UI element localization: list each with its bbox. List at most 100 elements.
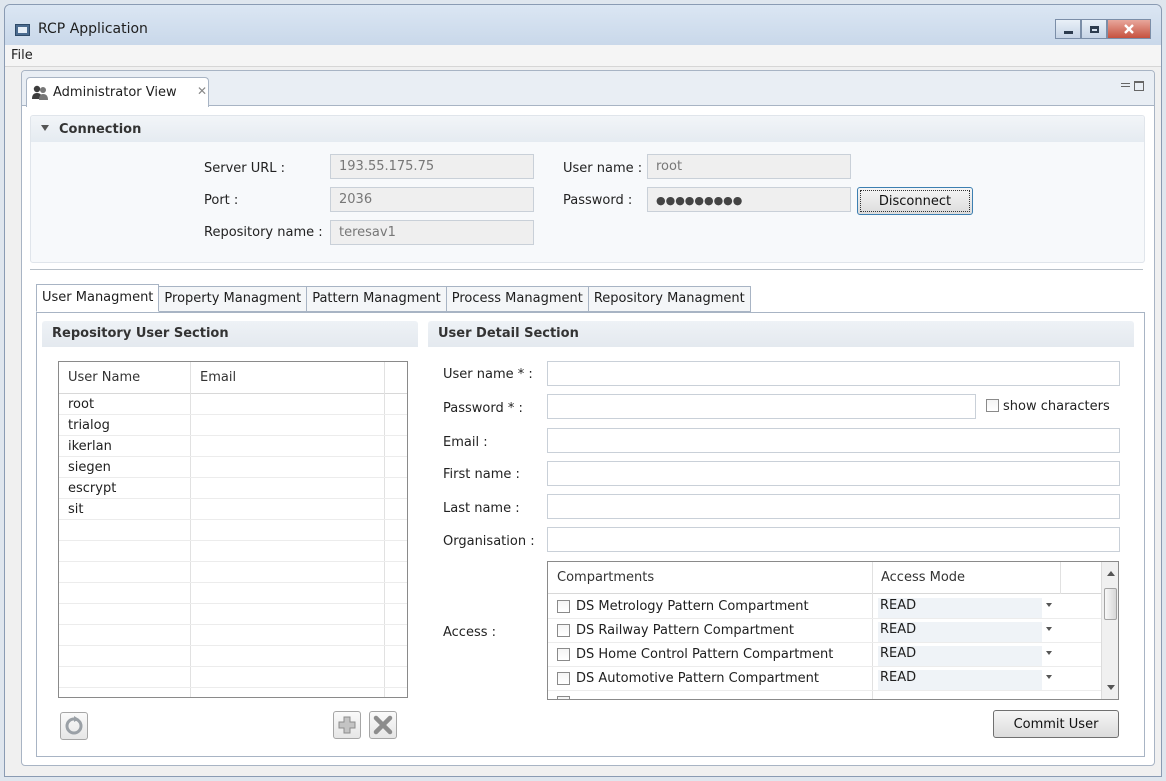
connection-section: Connection bbox=[30, 115, 1145, 263]
maximize-view-icon[interactable] bbox=[1134, 81, 1144, 91]
dropdown-arrow-icon[interactable] bbox=[1046, 651, 1052, 655]
column-compartments[interactable]: Compartments bbox=[557, 570, 654, 585]
dropdown-arrow-icon[interactable] bbox=[1046, 675, 1052, 679]
last-name-label: Last name : bbox=[443, 501, 520, 516]
commit-user-button[interactable]: Commit User bbox=[993, 710, 1119, 738]
tab-user-managment[interactable]: User Managment bbox=[36, 284, 160, 312]
tab-property-managment[interactable]: Property Managment bbox=[159, 286, 308, 312]
table-row[interactable]: ikerlan bbox=[59, 436, 407, 457]
table-row bbox=[59, 562, 407, 583]
compartment-name: DS Home Control Pattern Compartment bbox=[576, 647, 834, 662]
administrator-icon bbox=[32, 85, 48, 100]
minimize-icon bbox=[1063, 30, 1073, 34]
password-input[interactable] bbox=[547, 394, 976, 419]
column-email[interactable]: Email bbox=[200, 370, 236, 385]
last-name-input[interactable] bbox=[547, 494, 1120, 519]
scroll-up-icon[interactable] bbox=[1107, 571, 1115, 576]
repository-name-field[interactable]: teresav1 bbox=[330, 220, 534, 245]
access-mode-select[interactable]: READ bbox=[878, 622, 1042, 642]
table-row bbox=[59, 541, 407, 562]
table-row bbox=[59, 667, 407, 688]
access-table-header: Compartments Access Mode bbox=[548, 562, 1118, 594]
server-url-label: Server URL : bbox=[204, 161, 286, 176]
window-controls bbox=[1055, 19, 1151, 39]
table-row[interactable]: trialog bbox=[59, 415, 407, 436]
organisation-label: Organisation : bbox=[443, 534, 535, 549]
connection-user-name-field[interactable]: root bbox=[647, 154, 851, 179]
tab-administrator-view[interactable]: Administrator View ✕ bbox=[26, 77, 209, 107]
connection-title: Connection bbox=[59, 122, 142, 137]
organisation-input[interactable] bbox=[547, 527, 1120, 552]
email-input[interactable] bbox=[547, 428, 1120, 453]
user-name-input[interactable] bbox=[547, 361, 1120, 386]
password-label: Password * : bbox=[443, 401, 523, 416]
close-view-icon[interactable]: ✕ bbox=[197, 84, 207, 98]
menu-file[interactable]: File bbox=[11, 48, 33, 63]
compartment-checkbox[interactable] bbox=[557, 624, 570, 637]
access-mode-select[interactable]: READ bbox=[878, 646, 1042, 666]
delete-user-button[interactable] bbox=[369, 711, 397, 739]
dropdown-arrow-icon[interactable] bbox=[1046, 603, 1052, 607]
refresh-icon bbox=[65, 716, 83, 735]
access-mode-select[interactable]: READ bbox=[878, 598, 1042, 618]
view-tab-bar: Administrator View ✕ bbox=[22, 71, 1154, 107]
column-access-mode[interactable]: Access Mode bbox=[881, 570, 965, 585]
view-controls bbox=[1121, 81, 1144, 91]
user-name-cell: trialog bbox=[68, 418, 110, 433]
compartment-name: DS Metrology Pattern Compartment bbox=[576, 599, 809, 614]
user-name-cell: escrypt bbox=[68, 481, 117, 496]
add-user-button[interactable] bbox=[333, 711, 361, 739]
table-row[interactable]: DS Metrology Pattern Compartment READ bbox=[548, 595, 1101, 619]
table-row[interactable]: DS Home Control Pattern Compartment READ bbox=[548, 643, 1101, 667]
scroll-down-icon[interactable] bbox=[1107, 685, 1115, 690]
table-row bbox=[59, 646, 407, 667]
menu-bar: File bbox=[5, 45, 1161, 67]
title-bar: RCP Application bbox=[5, 5, 1161, 45]
table-row[interactable]: root bbox=[59, 394, 407, 415]
repository-user-section-header: Repository User Section bbox=[42, 321, 418, 347]
show-characters-label: show characters bbox=[1003, 399, 1110, 414]
dropdown-arrow-icon[interactable] bbox=[1046, 627, 1052, 631]
add-icon bbox=[338, 716, 356, 734]
access-mode-select[interactable]: READ bbox=[878, 670, 1042, 690]
table-row[interactable]: DS Railway Pattern Compartment READ bbox=[548, 619, 1101, 643]
table-row[interactable] bbox=[548, 691, 1101, 699]
section-divider bbox=[30, 269, 1143, 270]
collapse-chevron-icon[interactable] bbox=[41, 125, 49, 131]
column-divider bbox=[1060, 562, 1061, 594]
table-row[interactable]: DS Automotive Pattern Compartment READ bbox=[548, 667, 1101, 691]
show-characters-checkbox[interactable] bbox=[986, 399, 999, 412]
refresh-button[interactable] bbox=[60, 712, 88, 740]
access-table: Compartments Access Mode DS Metrology Pa… bbox=[547, 561, 1119, 700]
table-row[interactable]: siegen bbox=[59, 457, 407, 478]
compartment-checkbox[interactable] bbox=[557, 648, 570, 661]
first-name-label: First name : bbox=[443, 467, 520, 482]
port-field[interactable]: 2036 bbox=[330, 187, 534, 212]
minimize-button[interactable] bbox=[1055, 19, 1081, 39]
connection-header[interactable]: Connection bbox=[31, 116, 1144, 142]
connection-user-name-label: User name : bbox=[563, 161, 643, 176]
view-tab-label: Administrator View bbox=[53, 85, 177, 100]
delete-icon bbox=[373, 715, 393, 735]
compartment-checkbox[interactable] bbox=[557, 600, 570, 613]
minimize-view-icon[interactable] bbox=[1121, 83, 1130, 87]
tab-process-managment[interactable]: Process Managment bbox=[446, 286, 589, 312]
compartment-name: DS Railway Pattern Compartment bbox=[576, 623, 795, 638]
disconnect-button[interactable]: Disconnect bbox=[857, 187, 973, 215]
tab-repository-managment[interactable]: Repository Managment bbox=[588, 286, 751, 312]
first-name-input[interactable] bbox=[547, 461, 1120, 486]
connection-password-field[interactable]: ●●●●●●●●● bbox=[647, 187, 851, 212]
scroll-thumb[interactable] bbox=[1104, 588, 1117, 620]
table-row[interactable]: escrypt bbox=[59, 478, 407, 499]
maximize-button[interactable] bbox=[1081, 19, 1107, 39]
email-label: Email : bbox=[443, 435, 488, 450]
table-row[interactable]: sit bbox=[59, 499, 407, 520]
server-url-field[interactable]: 193.55.175.75 bbox=[330, 154, 534, 179]
column-user-name[interactable]: User Name bbox=[68, 370, 140, 385]
close-icon bbox=[1124, 24, 1134, 34]
compartment-checkbox[interactable] bbox=[557, 696, 570, 699]
compartment-checkbox[interactable] bbox=[557, 672, 570, 685]
tab-pattern-managment[interactable]: Pattern Managment bbox=[307, 286, 447, 312]
access-table-scrollbar[interactable] bbox=[1101, 562, 1118, 699]
close-window-button[interactable] bbox=[1107, 19, 1151, 39]
